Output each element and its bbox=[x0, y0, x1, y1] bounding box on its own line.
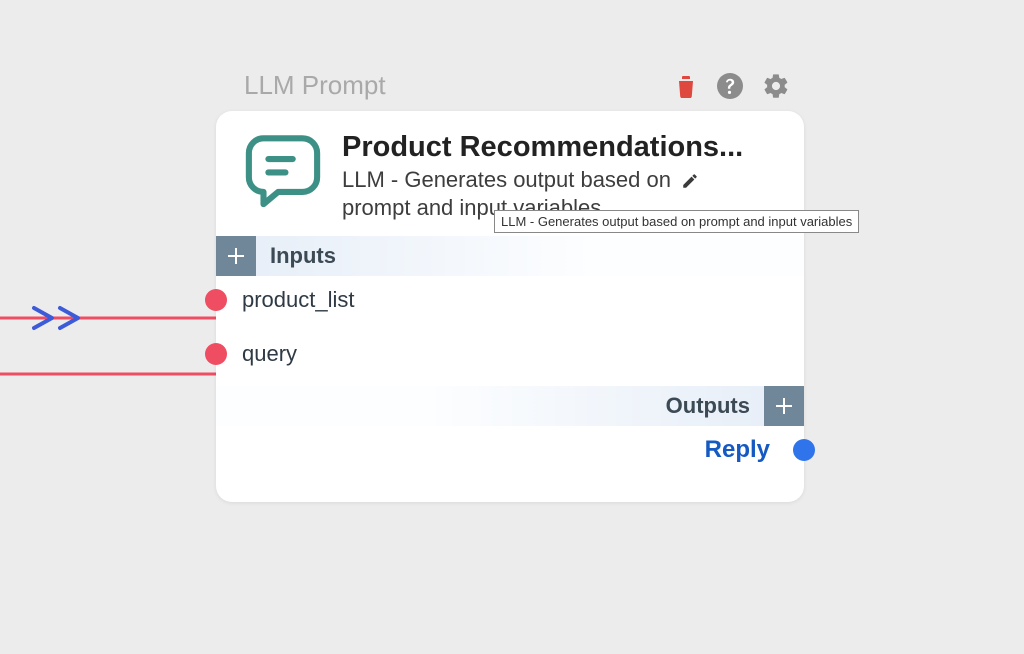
input-port-row[interactable]: query bbox=[216, 330, 804, 378]
chat-bubble-icon bbox=[244, 131, 322, 209]
card-header-text: Product Recommendations... LLM - Generat… bbox=[342, 131, 780, 222]
input-port-label: query bbox=[242, 341, 297, 367]
inputs-label: Inputs bbox=[256, 243, 350, 269]
description-tooltip: LLM - Generates output based on prompt a… bbox=[494, 210, 859, 233]
input-port-row[interactable]: product_list bbox=[216, 276, 804, 324]
edit-icon[interactable] bbox=[681, 172, 699, 190]
input-port-dot[interactable] bbox=[205, 343, 227, 365]
llm-prompt-node: LLM Prompt bbox=[216, 66, 804, 502]
node-card[interactable]: Product Recommendations... LLM - Generat… bbox=[216, 111, 804, 502]
node-title[interactable]: Product Recommendations... bbox=[342, 131, 780, 164]
add-input-button[interactable] bbox=[216, 236, 256, 276]
help-icon[interactable] bbox=[716, 72, 744, 100]
output-port-dot[interactable] bbox=[793, 439, 815, 461]
output-port-label: Reply bbox=[705, 436, 770, 464]
input-port-label: product_list bbox=[242, 287, 355, 313]
outputs-section-bar: Outputs bbox=[216, 386, 804, 426]
gear-icon[interactable] bbox=[762, 72, 790, 100]
node-type-label: LLM Prompt bbox=[244, 70, 386, 101]
node-description-line1: LLM - Generates output based on bbox=[342, 167, 671, 192]
output-port-row[interactable]: Reply bbox=[216, 426, 804, 474]
node-header-row: LLM Prompt bbox=[216, 66, 804, 111]
outputs-label: Outputs bbox=[652, 393, 764, 419]
node-toolbar bbox=[674, 72, 794, 100]
input-port-dot[interactable] bbox=[205, 289, 227, 311]
add-output-button[interactable] bbox=[764, 386, 804, 426]
delete-icon[interactable] bbox=[674, 73, 698, 99]
inputs-section-bar: Inputs bbox=[216, 236, 804, 276]
